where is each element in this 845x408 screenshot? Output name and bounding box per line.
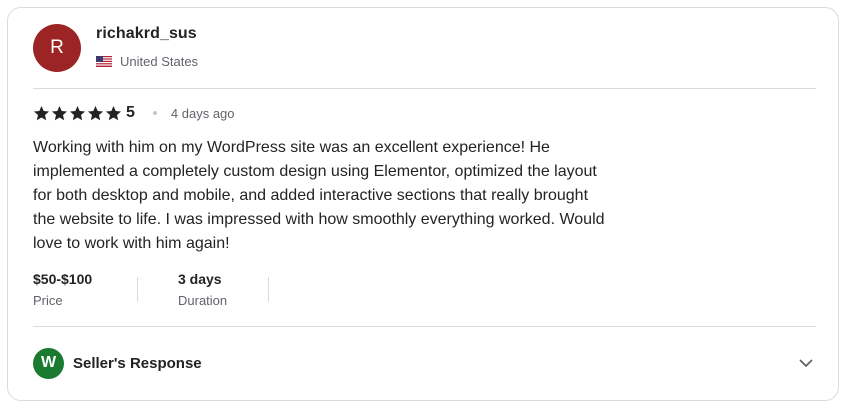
star-rating: [33, 105, 122, 122]
star-icon: [51, 105, 68, 120]
chevron-down-icon[interactable]: [798, 355, 814, 371]
reviewer-avatar[interactable]: R: [33, 24, 81, 72]
review-time: 4 days ago: [170, 105, 235, 121]
meta-divider-end: [268, 277, 269, 302]
price-value: $50-$100: [33, 271, 93, 287]
us-flag-icon: [96, 56, 112, 67]
price-label: Price: [33, 293, 63, 308]
duration-value: 3 days: [178, 271, 222, 287]
price-info: $50-$100 Price: [33, 270, 137, 309]
header-divider: [33, 88, 816, 89]
review-meta: $50-$100 Price 3 days Duration: [33, 270, 269, 309]
seller-avatar: W: [33, 347, 64, 379]
duration-label: Duration: [178, 293, 228, 308]
duration-info: 3 days Duration: [138, 270, 268, 309]
rating-value: 5: [126, 104, 135, 121]
review-card: R richakrd_sus United States 5 4 days ag…: [7, 7, 839, 401]
reviewer-country: United States: [96, 54, 198, 69]
seller-avatar-initial: W: [40, 354, 57, 371]
star-icon: [105, 105, 122, 120]
star-icon: [69, 105, 86, 120]
response-divider: [33, 326, 816, 327]
reviewer-avatar-initial: R: [50, 37, 64, 58]
seller-response-toggle[interactable]: W Seller's Response: [33, 347, 816, 379]
reviewer-username[interactable]: richakrd_sus: [96, 25, 197, 43]
star-icon: [87, 105, 104, 120]
country-name: United States: [120, 54, 199, 69]
separator-dot: [152, 111, 157, 115]
review-text: Working with him on my WordPress site wa…: [33, 139, 605, 252]
seller-response-label: Seller's Response: [73, 354, 202, 372]
star-icon: [33, 105, 50, 120]
rating-row: 5 4 days ago: [33, 104, 235, 122]
